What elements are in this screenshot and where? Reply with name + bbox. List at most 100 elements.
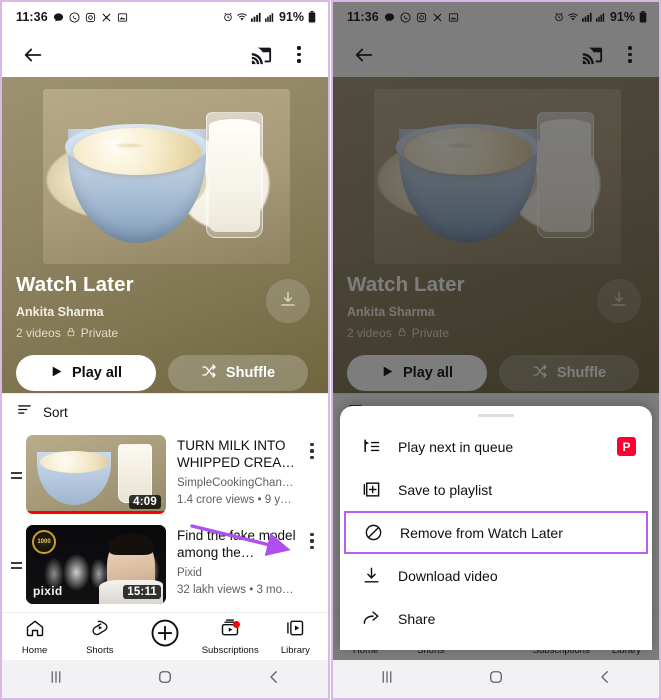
status-bar-right: 91% xyxy=(554,10,647,24)
video-stats: 32 lakh views • 3 mo… xyxy=(177,584,294,596)
download-playlist-button[interactable] xyxy=(266,279,310,323)
video-overflow-icon[interactable] xyxy=(302,528,322,554)
battery-percent: 91% xyxy=(278,10,304,24)
playlist-video-count: 2 videos xyxy=(16,326,61,340)
video-channel: Pixid xyxy=(177,567,202,579)
alarm-icon xyxy=(223,12,233,22)
status-bar: 11:36 91% xyxy=(333,2,659,32)
queue-next-icon xyxy=(356,437,386,456)
sheet-item-remove-watch-later[interactable]: Remove from Watch Later xyxy=(344,511,648,554)
cast-icon[interactable] xyxy=(242,36,280,74)
playlist-owner: Ankita Sharma xyxy=(16,305,104,319)
battery-percent: 91% xyxy=(609,10,635,24)
nav-label-home: Home xyxy=(21,644,48,656)
video-list-item[interactable]: 1000 pixid 15:11 Find the fake model amo… xyxy=(2,520,328,610)
playlist-cover-image xyxy=(374,89,621,264)
video-duration: 4:09 xyxy=(129,495,161,509)
video-overflow-icon[interactable] xyxy=(302,438,322,464)
status-bar-left: 11:36 xyxy=(16,10,128,24)
gallery-icon xyxy=(117,12,128,23)
video-options-bottom-sheet: Play next in queue P Save to playlist Re… xyxy=(340,406,652,650)
instagram-icon xyxy=(416,12,427,23)
snapchat-icon xyxy=(432,12,443,23)
bottom-nav: Home Shorts Subscriptions Library xyxy=(2,612,328,660)
download-icon xyxy=(356,566,386,585)
download-playlist-button[interactable] xyxy=(597,279,641,323)
nav-item-create[interactable] xyxy=(132,618,197,655)
more-options-icon[interactable] xyxy=(611,36,649,74)
shuffle-label: Shuffle xyxy=(556,365,607,381)
play-all-label: Play all xyxy=(72,365,122,381)
whipped-cream xyxy=(72,127,202,175)
video-list: 4:09 TURN MILK INTO WHIPPED CREA… Simple… xyxy=(2,430,328,612)
play-triangle-icon xyxy=(50,365,63,382)
play-all-button[interactable]: Play all xyxy=(16,355,156,391)
nav-item-home[interactable]: Home xyxy=(2,618,67,656)
playlist-privacy: Private xyxy=(411,326,450,340)
create-plus-icon xyxy=(150,618,180,653)
home-square-icon[interactable] xyxy=(487,668,505,691)
download-icon xyxy=(279,290,297,313)
phone-panel-left: 11:36 91% Watch Later Ankita Sharma 2 vi… xyxy=(0,0,330,700)
shuffle-button[interactable]: Shuffle xyxy=(499,355,639,391)
sheet-item-play-next[interactable]: Play next in queue P xyxy=(340,425,652,468)
recents-icon[interactable] xyxy=(378,668,396,691)
snapchat-icon xyxy=(101,12,112,23)
shuffle-icon xyxy=(532,363,548,383)
home-square-icon[interactable] xyxy=(156,668,174,691)
drag-handle-icon[interactable] xyxy=(6,560,26,569)
message-icon xyxy=(384,12,395,23)
hero-action-row: Play all Shuffle xyxy=(347,355,645,391)
sort-row[interactable]: Sort xyxy=(2,393,328,430)
sheet-item-download-video[interactable]: Download video xyxy=(340,554,652,597)
more-options-icon[interactable] xyxy=(280,36,318,74)
sort-icon xyxy=(16,401,33,423)
nav-label-shorts: Shorts xyxy=(86,644,114,656)
play-all-button[interactable]: Play all xyxy=(347,355,487,391)
drag-handle-icon[interactable] xyxy=(6,470,26,479)
playlist-cover-image xyxy=(43,89,290,264)
subscriptions-badge-dot xyxy=(232,620,240,628)
shorts-icon xyxy=(90,618,110,643)
playlist-hero: Watch Later Ankita Sharma 2 videos Priva… xyxy=(2,77,328,393)
play-triangle-icon xyxy=(381,365,394,382)
nav-label-subscriptions: Subscriptions xyxy=(201,644,259,656)
sheet-item-share[interactable]: Share xyxy=(340,597,652,640)
back-arrow-icon[interactable] xyxy=(345,36,383,74)
nav-item-library[interactable]: Library xyxy=(263,618,328,656)
sheet-label-play-next: Play next in queue xyxy=(398,438,514,455)
video-duration: 15:11 xyxy=(123,585,161,599)
milk-glass xyxy=(206,111,263,238)
shuffle-icon xyxy=(201,363,217,383)
playlist-owner: Ankita Sharma xyxy=(347,305,435,319)
nav-item-shorts[interactable]: Shorts xyxy=(67,618,132,656)
video-channel: SimpleCookingChan… xyxy=(177,477,294,489)
cover-photo xyxy=(374,89,621,264)
instagram-icon xyxy=(85,12,96,23)
sheet-label-download-video: Download video xyxy=(398,567,498,584)
video-meta: Find the fake model among the… Pixid 32 … xyxy=(166,525,324,598)
signal-icon xyxy=(250,12,262,22)
video-thumbnail[interactable]: 1000 pixid 15:11 xyxy=(26,525,166,604)
video-list-item[interactable]: 4:09 TURN MILK INTO WHIPPED CREA… Simple… xyxy=(2,430,328,520)
back-arrow-icon[interactable] xyxy=(14,36,52,74)
back-chevron-icon[interactable] xyxy=(265,668,283,691)
signal-icon-2 xyxy=(595,12,605,22)
phone-screen-left: 11:36 91% Watch Later Ankita Sharma 2 vi… xyxy=(2,2,328,698)
thumbnail-badge: 1000 xyxy=(32,530,56,554)
video-meta: TURN MILK INTO WHIPPED CREA… SimpleCooki… xyxy=(166,435,324,508)
sort-label: Sort xyxy=(43,404,68,420)
sheet-item-save-playlist[interactable]: Save to playlist xyxy=(340,468,652,511)
video-thumbnail[interactable]: 4:09 xyxy=(26,435,166,514)
shuffle-label: Shuffle xyxy=(225,365,276,381)
playlist-meta: 2 videos Private xyxy=(16,326,118,340)
cast-icon[interactable] xyxy=(573,36,611,74)
nav-item-subscriptions[interactable]: Subscriptions xyxy=(198,618,263,656)
wifi-icon xyxy=(236,12,248,22)
system-nav-bar xyxy=(2,660,328,698)
status-bar: 11:36 91% xyxy=(2,2,328,32)
sheet-drag-handle[interactable] xyxy=(478,414,514,417)
shuffle-button[interactable]: Shuffle xyxy=(168,355,308,391)
back-chevron-icon[interactable] xyxy=(596,668,614,691)
recents-icon[interactable] xyxy=(47,668,65,691)
